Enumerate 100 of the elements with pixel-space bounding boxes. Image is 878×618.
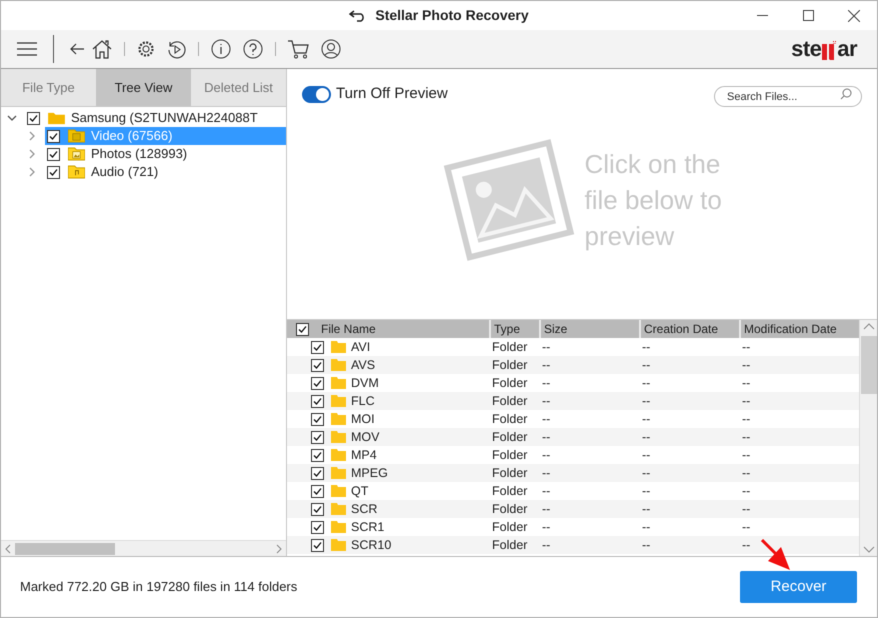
table-cell-text: Folder — [491, 464, 528, 482]
tab[interactable]: File Type — [1, 69, 96, 106]
tree-checkbox[interactable] — [27, 112, 40, 124]
table-cell-text: MPEG — [350, 464, 389, 482]
tree-checkbox[interactable] — [47, 166, 60, 178]
table-cell-text: Folder — [491, 482, 528, 500]
menu-icon[interactable] — [17, 42, 37, 56]
back-arrow-icon[interactable] — [70, 43, 84, 55]
maximize-icon — [802, 10, 814, 21]
tab[interactable]: Deleted List — [191, 69, 286, 106]
expand-caret-icon[interactable] — [27, 149, 37, 159]
checkbox[interactable] — [311, 394, 324, 408]
home-icon[interactable] — [92, 39, 112, 59]
table-cell-text: -- — [641, 428, 652, 446]
table-cell-text: -- — [541, 482, 552, 500]
table-cell-text: -- — [541, 356, 552, 374]
expand-caret-icon[interactable] — [27, 131, 37, 141]
help-icon[interactable] — [243, 39, 263, 59]
tree-checkbox[interactable] — [47, 148, 60, 160]
collapse-caret-icon[interactable] — [7, 113, 17, 123]
info-icon[interactable] — [211, 39, 231, 59]
column-header[interactable]: File Name — [317, 320, 489, 338]
folder-icon — [331, 341, 346, 353]
checkbox[interactable] — [311, 448, 324, 462]
folder-icon — [331, 395, 346, 407]
logo-bars-icon — [822, 41, 836, 60]
table-cell-text: MP4 — [350, 446, 378, 464]
table-cell-text: SCR — [350, 500, 378, 518]
table-cell-text: -- — [741, 500, 752, 518]
table-cell-text: FLC — [350, 392, 376, 410]
checkbox[interactable] — [311, 466, 324, 480]
checkbox[interactable] — [311, 538, 324, 552]
account-icon[interactable] — [321, 39, 341, 59]
table-cell-text: Folder — [491, 446, 528, 464]
window-title: Stellar Photo Recovery — [375, 6, 529, 25]
checkbox[interactable] — [311, 412, 324, 426]
table-cell-text: -- — [641, 482, 652, 500]
scrollbar-thumb[interactable] — [15, 542, 115, 554]
close-icon — [848, 10, 860, 22]
table-cell-text: -- — [541, 518, 552, 536]
table-cell-text: SCR10 — [350, 536, 392, 554]
minimize-icon — [756, 15, 768, 16]
replay-icon[interactable] — [167, 40, 186, 58]
preview-toggle[interactable] — [302, 86, 331, 103]
table-cell-text: -- — [741, 464, 752, 482]
tree-checkbox[interactable] — [47, 130, 60, 142]
table-cell-text: -- — [641, 410, 652, 428]
table-cell-text: MOI — [350, 410, 376, 428]
table-cell-text: -- — [641, 374, 652, 392]
folder-icon — [331, 359, 346, 371]
checkbox[interactable] — [311, 340, 324, 354]
table-cell-text: -- — [641, 536, 652, 554]
table-cell-text: -- — [641, 518, 652, 536]
table-cell-text: Folder — [491, 338, 528, 356]
checkbox[interactable] — [311, 430, 324, 444]
folder-icon — [331, 539, 346, 551]
checkbox[interactable] — [311, 358, 324, 372]
scrollbar-thumb[interactable] — [860, 336, 876, 394]
table-cell-text: Folder — [491, 428, 528, 446]
folder-icon — [331, 503, 346, 515]
folder-icon — [331, 485, 346, 497]
folder-icon — [331, 521, 346, 533]
table-cell-text: Folder — [491, 536, 528, 554]
table-cell-text: -- — [741, 338, 752, 356]
checkbox[interactable] — [311, 520, 324, 534]
table-cell-text: Folder — [491, 518, 528, 536]
tree-item[interactable]: Photos (128993) — [45, 145, 286, 163]
logo-text: ar — [837, 38, 857, 60]
tab[interactable]: Tree View — [96, 69, 191, 106]
table-cell-text: QT — [350, 482, 370, 500]
cart-icon[interactable] — [288, 40, 309, 58]
table-cell-text: DVM — [350, 374, 380, 392]
checkbox[interactable] — [311, 376, 324, 390]
folder-icon — [331, 449, 346, 461]
search-field[interactable]: Search Files... — [714, 86, 862, 108]
recover-button[interactable]: Recover — [740, 571, 857, 603]
select-all-checkbox[interactable] — [296, 322, 308, 336]
tree-item[interactable]: Samsung (S2TUNWAH224088T — [25, 109, 286, 127]
table-cell-text: Folder — [491, 500, 528, 518]
table-cell-text: -- — [641, 356, 652, 374]
toggle-label: Turn Off Preview — [336, 84, 448, 104]
settings-icon[interactable] — [137, 40, 155, 58]
table-cell-text: -- — [641, 464, 652, 482]
table-cell-text: -- — [741, 482, 752, 500]
tree-item[interactable]: Audio (721) — [45, 163, 286, 181]
table-cell-text: Folder — [491, 392, 528, 410]
music-folder-icon — [68, 165, 85, 179]
checkbox[interactable] — [311, 502, 324, 516]
checkbox[interactable] — [311, 484, 324, 498]
table-cell-text: -- — [541, 464, 552, 482]
logo-text: ste — [791, 38, 822, 60]
table-cell-text: -- — [541, 410, 552, 428]
table-cell-text: -- — [741, 410, 752, 428]
table-cell-text: Folder — [491, 410, 528, 428]
expand-caret-icon[interactable] — [27, 167, 37, 177]
table-cell-text: -- — [741, 518, 752, 536]
folder-icon — [331, 431, 346, 443]
folder-icon — [331, 377, 346, 389]
search-icon — [840, 88, 852, 100]
table-cell-text: -- — [641, 392, 652, 410]
